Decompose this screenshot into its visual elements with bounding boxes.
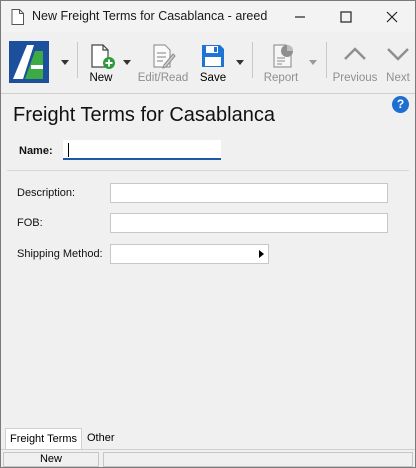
fob-label: FOB: <box>17 217 43 229</box>
status-mode: New <box>3 452 99 467</box>
fob-field[interactable] <box>110 213 388 233</box>
report-button[interactable]: Report <box>257 32 321 94</box>
new-document-icon <box>91 44 115 69</box>
report-icon <box>273 44 293 68</box>
save-label: Save <box>199 72 227 84</box>
chevron-down-icon <box>387 48 409 61</box>
divider <box>7 170 409 171</box>
edit-document-icon <box>153 44 176 69</box>
previous-button[interactable]: Previous <box>331 32 379 94</box>
toolbar-separator <box>77 42 78 78</box>
minimize-icon <box>295 15 305 18</box>
status-message <box>103 452 413 467</box>
chevron-down-icon[interactable] <box>307 56 319 68</box>
report-label: Report <box>263 72 299 84</box>
next-label: Next <box>386 72 410 84</box>
help-icon[interactable]: ? <box>392 96 409 113</box>
maximize-icon <box>340 10 352 23</box>
status-bar: New <box>1 449 415 468</box>
window-title: New Freight Terms for Casablanca - areed <box>32 9 268 23</box>
previous-label: Previous <box>332 72 378 84</box>
name-field[interactable] <box>63 140 221 160</box>
minimize-button[interactable] <box>277 1 323 32</box>
chevron-down-icon <box>61 60 69 65</box>
toolbar: New Edit/Read Save Report Previous Next <box>1 32 415 94</box>
tab-other[interactable]: Other <box>83 428 119 449</box>
chevron-down-icon[interactable] <box>234 56 246 68</box>
tab-freight-terms[interactable]: Freight Terms <box>5 428 83 449</box>
caret-right-icon[interactable] <box>259 250 264 258</box>
close-icon <box>386 11 398 22</box>
shipping-method-select[interactable] <box>110 244 269 264</box>
app-window: New Freight Terms for Casablanca - areed <box>0 0 416 468</box>
description-field[interactable] <box>110 183 388 203</box>
save-button[interactable]: Save <box>191 32 247 94</box>
close-button[interactable] <box>369 1 415 32</box>
toolbar-separator <box>252 42 253 78</box>
new-label: New <box>89 72 113 84</box>
tab-strip: Freight Terms Other <box>1 428 415 449</box>
toolbar-separator <box>326 42 327 78</box>
app-menu-button[interactable] <box>5 32 71 94</box>
edit-read-label: Edit/Read <box>137 72 189 84</box>
text-caret <box>68 143 69 157</box>
new-button[interactable]: New <box>81 32 137 94</box>
save-icon <box>202 45 224 67</box>
chevron-down-icon[interactable] <box>121 56 133 68</box>
description-label: Description: <box>17 187 76 199</box>
next-button[interactable]: Next <box>381 32 415 94</box>
document-icon <box>11 9 24 25</box>
page-title: Freight Terms for Casablanca <box>13 104 275 126</box>
name-label: Name: <box>19 145 53 157</box>
edit-read-button[interactable]: Edit/Read <box>137 32 189 94</box>
shipping-method-label: Shipping Method: <box>17 248 103 260</box>
chevron-up-icon <box>344 47 366 60</box>
title-bar: New Freight Terms for Casablanca - areed <box>1 1 415 32</box>
maximize-button[interactable] <box>323 1 369 32</box>
app-logo-icon <box>9 41 49 83</box>
